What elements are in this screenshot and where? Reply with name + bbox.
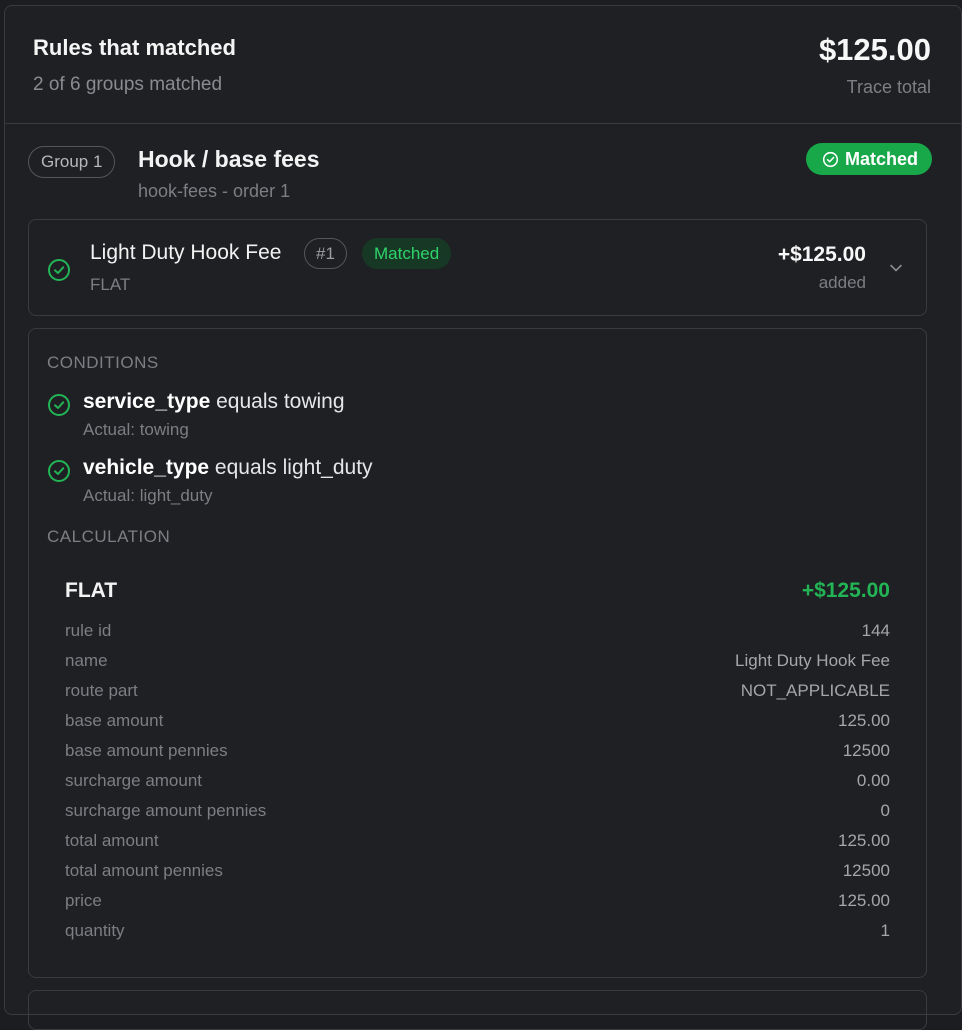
rule-number-badge: #1	[304, 238, 347, 269]
rule-amount: +$125.00	[777, 243, 866, 266]
calc-value: 125.00	[838, 891, 890, 910]
calc-value: Light Duty Hook Fee	[735, 651, 890, 670]
calc-row: base amount pennies 12500	[65, 736, 890, 766]
calc-key: name	[65, 651, 108, 670]
panel-subtitle: 2 of 6 groups matched	[33, 74, 223, 95]
calc-key: total amount	[65, 831, 159, 850]
calculation-title: FLAT	[65, 579, 118, 602]
group-matched-badge: Matched	[805, 143, 932, 175]
trace-total-label: Trace total	[846, 77, 931, 97]
panel-title: Rules that matched	[33, 35, 236, 60]
calc-row: price 125.00	[65, 886, 890, 916]
condition-field: vehicle_type	[83, 456, 210, 479]
group-matched-label: Matched	[844, 148, 918, 169]
calc-value: 12500	[842, 861, 890, 880]
calc-key: rule id	[65, 621, 112, 640]
calc-row: quantity 1	[65, 916, 890, 946]
condition-actual: Actual: light_duty	[83, 486, 213, 505]
rule-detail-card: CONDITIONS service_type equals towing Ac…	[28, 328, 927, 978]
calc-value: 12500	[842, 741, 890, 760]
calc-value: 1	[880, 921, 890, 940]
calc-value: 0.00	[856, 771, 890, 790]
calc-key: base amount pennies	[65, 741, 228, 760]
check-circle-icon	[48, 259, 70, 281]
calc-row: name Light Duty Hook Fee	[65, 646, 890, 676]
calc-row: surcharge amount 0.00	[65, 766, 890, 796]
calc-key: surcharge amount pennies	[65, 801, 267, 820]
calc-key: quantity	[65, 921, 125, 940]
calc-key: base amount	[65, 711, 164, 730]
panel-header: Rules that matched 2 of 6 groups matched…	[5, 6, 961, 124]
calculation-table: rule id 144 name Light Duty Hook Fee route…	[65, 616, 890, 946]
calculation-amount: +$125.00	[801, 579, 890, 602]
condition-field: service_type	[83, 390, 211, 413]
calc-value: 0	[880, 801, 890, 820]
trace-total-value: $125.00	[818, 32, 931, 67]
condition-text: vehicle_type equals light_duty	[83, 456, 373, 480]
check-circle-icon	[822, 151, 839, 167]
rule-name: Light Duty Hook Fee	[90, 241, 282, 264]
calc-row: total amount pennies 12500	[65, 856, 890, 886]
check-circle-icon	[48, 460, 70, 482]
calc-row: surcharge amount pennies 0	[65, 796, 890, 826]
group-pill: Group 1	[28, 146, 116, 178]
calc-row: route part NOT_APPLICABLE	[65, 676, 890, 706]
calc-row: total amount 125.00	[65, 826, 890, 856]
group-subtitle: hook-fees - order 1	[138, 181, 291, 201]
calc-key: total amount pennies	[65, 861, 223, 880]
chevron-down-icon[interactable]	[888, 260, 904, 276]
rule-status-badge: Matched	[362, 238, 452, 269]
calc-value: 144	[861, 621, 890, 640]
next-rule-card[interactable]	[28, 990, 927, 1030]
rule-card[interactable]: Light Duty Hook Fee #1 Matched FLAT +$12…	[28, 219, 927, 316]
rule-type: FLAT	[90, 275, 131, 294]
calc-value: 125.00	[838, 831, 890, 850]
calc-key: route part	[65, 681, 138, 700]
calc-row: rule id 144	[65, 616, 890, 646]
calc-row: base amount 125.00	[65, 706, 890, 736]
condition-text: service_type equals towing	[83, 390, 345, 414]
calculation-label: CALCULATION	[47, 527, 171, 546]
rule-amount-label: added	[818, 273, 866, 292]
check-circle-icon	[48, 394, 70, 416]
condition-operator: equals light_duty	[209, 456, 373, 479]
condition-operator: equals towing	[210, 390, 345, 413]
calc-value: 125.00	[838, 711, 890, 730]
conditions-label: CONDITIONS	[47, 353, 159, 372]
group-title: Hook / base fees	[138, 146, 320, 172]
calc-key: surcharge amount	[65, 771, 203, 790]
calc-value: NOT_APPLICABLE	[740, 681, 890, 700]
condition-actual: Actual: towing	[83, 420, 189, 439]
calc-key: price	[65, 891, 102, 910]
